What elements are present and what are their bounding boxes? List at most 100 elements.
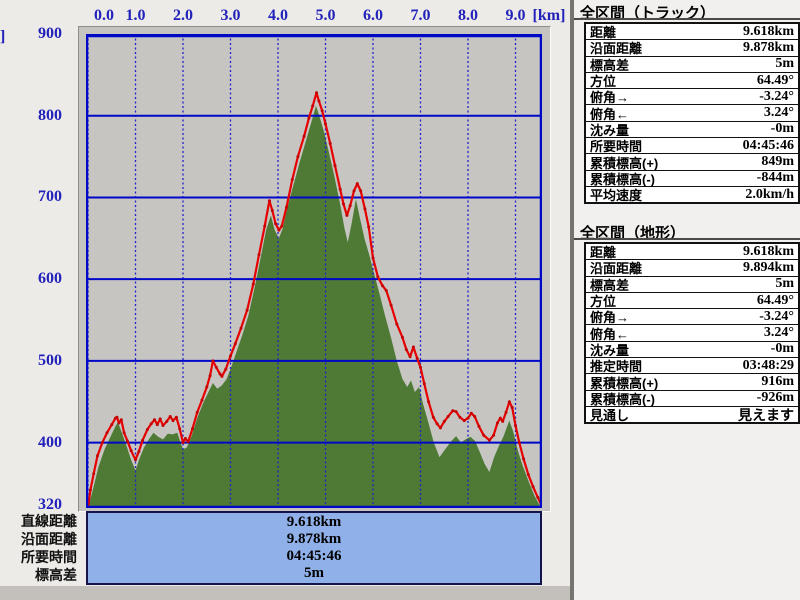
track-point-marker [510, 406, 514, 409]
track-point-marker [117, 421, 121, 425]
track-point-marker [355, 182, 359, 186]
track-point-marker [129, 449, 133, 453]
track-point-marker [168, 415, 172, 418]
track-point-marker [224, 367, 228, 371]
row-value: 3.24° [763, 105, 794, 121]
track-point-marker [495, 421, 499, 425]
track-point-marker [267, 199, 271, 203]
table-row: 平均速度 2.0km/h [586, 186, 798, 204]
row-value: 916m [761, 374, 794, 390]
track-point-marker [119, 418, 123, 422]
track-point-marker [342, 202, 345, 206]
y-axis-tick-label: 600 [38, 270, 62, 288]
gps-track-profile-window: ] 0.0 1.0 2.0 3.0 4.0 5.0 6.0 7.0 8.0 9.0 [km] 90… [0, 0, 800, 600]
summary-value: 9.878km [286, 531, 342, 547]
track-point-marker [462, 419, 466, 423]
track-point-marker [408, 355, 412, 359]
track-point-marker [415, 356, 419, 360]
track-point-marker [257, 253, 261, 257]
track-point-marker [205, 385, 209, 389]
track-point-marker [384, 289, 388, 293]
track-point-marker [245, 308, 249, 312]
track-point-marker [469, 411, 473, 415]
track-point-marker [442, 419, 446, 423]
track-point-marker [367, 225, 371, 229]
row-value: 3.24° [763, 325, 794, 341]
track-point-marker [376, 275, 380, 279]
statistics-table: 距離 9.618km 沿面距離 9.894km 標高差 5m 方位 64.49° 俯角→ -3.2… [584, 242, 800, 425]
track-point-marker [536, 495, 540, 499]
track-point-marker [285, 205, 288, 209]
track-point-marker [218, 372, 222, 376]
y-axis-tick-label: 900 [38, 25, 62, 42]
track-point-marker [270, 209, 274, 212]
row-value: -844m [756, 170, 794, 186]
track-point-marker [371, 256, 375, 260]
track-point-marker [458, 415, 462, 419]
y-axis-tick-label: 800 [38, 106, 62, 124]
track-point-marker [507, 400, 511, 404]
table-row: 見通し 見えます [586, 407, 798, 424]
track-point-marker [158, 417, 162, 421]
track-point-marker [149, 422, 153, 426]
track-point-marker [517, 441, 521, 445]
track-point-marker [263, 224, 267, 228]
track-point-marker [395, 322, 399, 326]
track-point-marker [174, 415, 178, 419]
y-axis-tick-label: 700 [38, 188, 62, 206]
track-point-marker [181, 441, 185, 445]
row-value: 64.49° [756, 72, 794, 88]
x-axis-tick-label: 2.0 [173, 7, 193, 24]
track-point-marker [404, 348, 408, 351]
elevation-plot-canvas[interactable] [86, 34, 542, 508]
track-point-marker [454, 410, 458, 414]
track-point-marker [522, 457, 526, 461]
row-value: -0m [770, 121, 794, 137]
track-point-marker [315, 91, 318, 95]
row-value: 03:48:29 [742, 357, 794, 373]
track-point-marker [233, 342, 237, 346]
summary-value: 9.618km [286, 514, 342, 530]
track-point-marker [100, 441, 104, 445]
row-value: -3.24° [759, 308, 794, 324]
track-point-marker [280, 224, 284, 228]
track-point-marker [482, 433, 486, 437]
statistics-table: 距離 9.618km 沿面距離 9.878km 標高差 5m 方位 64.49° 俯角→ -3.2… [584, 22, 800, 205]
track-point-marker [96, 454, 99, 458]
track-point-marker [477, 424, 481, 428]
bottom-strip [0, 586, 570, 600]
track-point-marker [211, 359, 215, 363]
x-axis-unit-label: [km] [532, 7, 566, 24]
track-point-marker [352, 189, 356, 193]
track-point-marker [400, 335, 404, 339]
track-point-marker [514, 424, 517, 427]
track-point-marker [333, 164, 337, 168]
x-axis-tick-label: 8.0 [458, 7, 478, 24]
track-point-marker [438, 426, 442, 430]
track-point-marker [466, 416, 470, 420]
track-point-marker [296, 155, 300, 159]
row-value: 2.0km/h [745, 186, 794, 202]
track-point-marker [122, 431, 126, 435]
panel-title-underline [574, 18, 800, 20]
track-point-marker [422, 382, 426, 386]
track-point-marker [501, 419, 505, 423]
track-point-marker [381, 284, 384, 288]
track-point-marker [389, 303, 393, 307]
row-value: 9.894km [743, 259, 794, 275]
track-point-marker [411, 345, 415, 349]
track-point-marker [504, 410, 508, 414]
track-point-marker [220, 374, 224, 378]
track-summary-labels: 直線距離 沿面距離 所要時間 標高差 [0, 512, 77, 584]
summary-row-label: 所要時間 [21, 549, 77, 565]
track-point-marker [419, 365, 422, 369]
track-point-marker [531, 485, 535, 489]
track-point-marker [302, 134, 306, 138]
track-point-marker [186, 440, 190, 444]
track-point-marker [171, 419, 175, 423]
track-point-marker [92, 472, 96, 476]
row-label: 平均速度 [590, 188, 643, 204]
track-point-marker [487, 438, 491, 442]
track-point-marker [311, 104, 315, 108]
track-point-marker [195, 410, 199, 414]
